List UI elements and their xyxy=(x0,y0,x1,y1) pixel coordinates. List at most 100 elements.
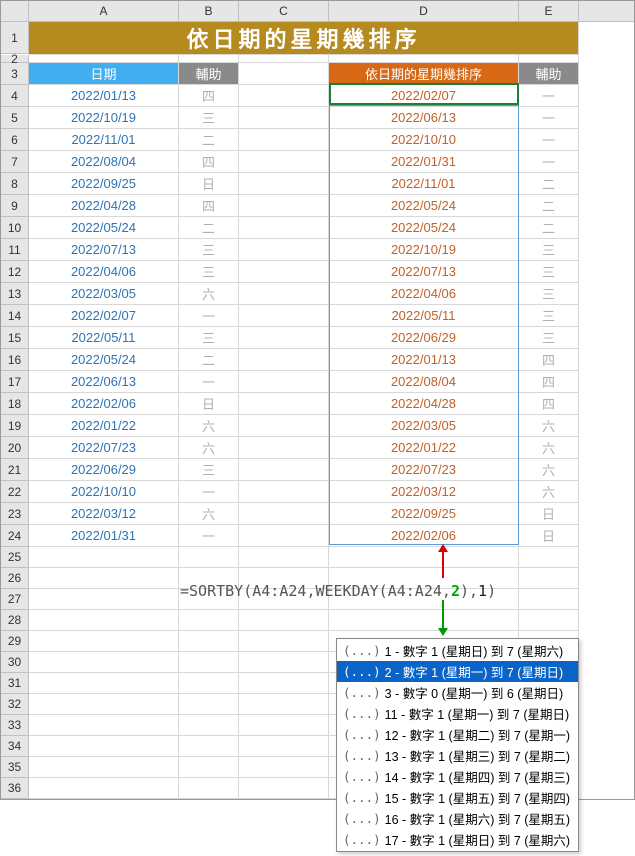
tooltip-option[interactable]: (...)17 - 數字 1 (星期日) 到 7 (星期六) xyxy=(337,829,578,850)
cell-blank[interactable] xyxy=(239,673,329,694)
row-header-8[interactable]: 8 xyxy=(1,173,29,195)
header-date[interactable]: 日期 xyxy=(29,63,179,85)
cell-blank[interactable] xyxy=(239,736,329,757)
cell-blank[interactable] xyxy=(29,736,179,757)
cell-date[interactable]: 2022/04/28 xyxy=(29,195,179,217)
col-header-E[interactable]: E xyxy=(519,1,579,21)
cell-date[interactable]: 2022/10/10 xyxy=(29,481,179,503)
cell-sorted-date[interactable]: 2022/04/28 xyxy=(329,393,519,415)
cell-sorted-date[interactable]: 2022/06/13 xyxy=(329,107,519,129)
row-header-3[interactable]: 3 xyxy=(1,63,29,85)
cell-date[interactable]: 2022/07/23 xyxy=(29,437,179,459)
cell-blank[interactable] xyxy=(239,305,329,327)
tooltip-option[interactable]: (...)1 - 數字 1 (星期日) 到 7 (星期六) xyxy=(337,640,578,661)
cell-date[interactable]: 2022/01/22 xyxy=(29,415,179,437)
cell-blank[interactable] xyxy=(239,652,329,673)
cell-blank[interactable] xyxy=(179,757,239,778)
cell-blank[interactable] xyxy=(329,547,519,568)
cell-blank[interactable] xyxy=(239,239,329,261)
cell-blank[interactable] xyxy=(29,589,179,610)
cell-blank[interactable] xyxy=(179,547,239,568)
cell-blank[interactable] xyxy=(29,673,179,694)
cell-blank[interactable] xyxy=(239,715,329,736)
row-header-18[interactable]: 18 xyxy=(1,393,29,415)
tooltip-option[interactable]: (...)12 - 數字 1 (星期二) 到 7 (星期一) xyxy=(337,724,578,745)
row-header-28[interactable]: 28 xyxy=(1,610,29,631)
cell-blank[interactable] xyxy=(239,327,329,349)
cell-blank[interactable] xyxy=(29,778,179,799)
cell-helper-left[interactable]: 六 xyxy=(179,437,239,459)
cell-blank[interactable] xyxy=(239,55,329,63)
weekday-arg-tooltip[interactable]: (...)1 - 數字 1 (星期日) 到 7 (星期六)(...)2 - 數字… xyxy=(336,638,579,852)
cell-helper-right[interactable]: 一 xyxy=(519,151,579,173)
cell-sorted-date[interactable]: 2022/01/31 xyxy=(329,151,519,173)
cell-blank[interactable] xyxy=(239,694,329,715)
row-header-5[interactable]: 5 xyxy=(1,107,29,129)
cell-date[interactable]: 2022/02/06 xyxy=(29,393,179,415)
cell-helper-right[interactable]: 二 xyxy=(519,195,579,217)
cell-helper-left[interactable]: 一 xyxy=(179,481,239,503)
col-header-A[interactable]: A xyxy=(29,1,179,21)
cell-helper-right[interactable]: 一 xyxy=(519,107,579,129)
row-header-21[interactable]: 21 xyxy=(1,459,29,481)
cell-blank[interactable] xyxy=(29,547,179,568)
row-header-30[interactable]: 30 xyxy=(1,652,29,673)
cell-blank[interactable] xyxy=(239,778,329,799)
cell-blank[interactable] xyxy=(239,371,329,393)
select-all-corner[interactable] xyxy=(1,1,29,21)
cell-helper-right[interactable]: 三 xyxy=(519,239,579,261)
cell-helper-right[interactable]: 三 xyxy=(519,261,579,283)
row-header-26[interactable]: 26 xyxy=(1,568,29,589)
cell-date[interactable]: 2022/07/13 xyxy=(29,239,179,261)
cell-helper-left[interactable]: 日 xyxy=(179,393,239,415)
cell-blank[interactable] xyxy=(239,261,329,283)
cell-sorted-date[interactable]: 2022/07/23 xyxy=(329,459,519,481)
row-header-24[interactable]: 24 xyxy=(1,525,29,547)
cell-helper-right[interactable]: 六 xyxy=(519,481,579,503)
cell-helper-left[interactable]: 日 xyxy=(179,173,239,195)
header-helper-right[interactable]: 輔助 xyxy=(519,63,579,85)
cell-blank[interactable] xyxy=(239,151,329,173)
cell-helper-right[interactable]: 一 xyxy=(519,129,579,151)
cell-date[interactable]: 2022/03/05 xyxy=(29,283,179,305)
cell-helper-left[interactable]: 六 xyxy=(179,503,239,525)
cell-sorted-date[interactable]: 2022/01/13 xyxy=(329,349,519,371)
cell-date[interactable]: 2022/09/25 xyxy=(29,173,179,195)
cell-blank[interactable] xyxy=(239,547,329,568)
row-header-27[interactable]: 27 xyxy=(1,589,29,610)
cell-blank[interactable] xyxy=(179,610,239,631)
tooltip-option[interactable]: (...)2 - 數字 1 (星期一) 到 7 (星期日) xyxy=(337,661,578,682)
cell-date[interactable]: 2022/05/11 xyxy=(29,327,179,349)
cell-helper-right[interactable]: 六 xyxy=(519,459,579,481)
cell-date[interactable]: 2022/05/24 xyxy=(29,349,179,371)
cell-date[interactable]: 2022/03/12 xyxy=(29,503,179,525)
cell-blank[interactable] xyxy=(239,393,329,415)
cell-blank[interactable] xyxy=(239,503,329,525)
cell-blank[interactable] xyxy=(179,652,239,673)
row-header-33[interactable]: 33 xyxy=(1,715,29,736)
cell-sorted-date[interactable]: 2022/07/13 xyxy=(329,261,519,283)
row-header-4[interactable]: 4 xyxy=(1,85,29,107)
cell-date[interactable]: 2022/01/31 xyxy=(29,525,179,547)
row-header-15[interactable]: 15 xyxy=(1,327,29,349)
row-header-16[interactable]: 16 xyxy=(1,349,29,371)
cell-blank[interactable] xyxy=(239,349,329,371)
cell-blank[interactable] xyxy=(239,459,329,481)
cell-helper-left[interactable]: 一 xyxy=(179,371,239,393)
tooltip-option[interactable]: (...)15 - 數字 1 (星期五) 到 7 (星期四) xyxy=(337,787,578,808)
cell-blank[interactable] xyxy=(29,694,179,715)
cell-blank[interactable] xyxy=(239,173,329,195)
row-header-14[interactable]: 14 xyxy=(1,305,29,327)
tooltip-option[interactable]: (...)16 - 數字 1 (星期六) 到 7 (星期五) xyxy=(337,808,578,829)
cell-blank[interactable] xyxy=(519,55,579,63)
cell-blank[interactable] xyxy=(239,283,329,305)
cell-date[interactable]: 2022/06/13 xyxy=(29,371,179,393)
cell-helper-right[interactable]: 二 xyxy=(519,173,579,195)
header-sorted[interactable]: 依日期的星期幾排序 xyxy=(329,63,519,85)
tooltip-option[interactable]: (...)14 - 數字 1 (星期四) 到 7 (星期三) xyxy=(337,766,578,787)
cell-blank[interactable] xyxy=(179,778,239,799)
cell-date[interactable]: 2022/04/06 xyxy=(29,261,179,283)
cell-date[interactable]: 2022/10/19 xyxy=(29,107,179,129)
row-header-31[interactable]: 31 xyxy=(1,673,29,694)
cell-blank[interactable] xyxy=(239,85,329,107)
